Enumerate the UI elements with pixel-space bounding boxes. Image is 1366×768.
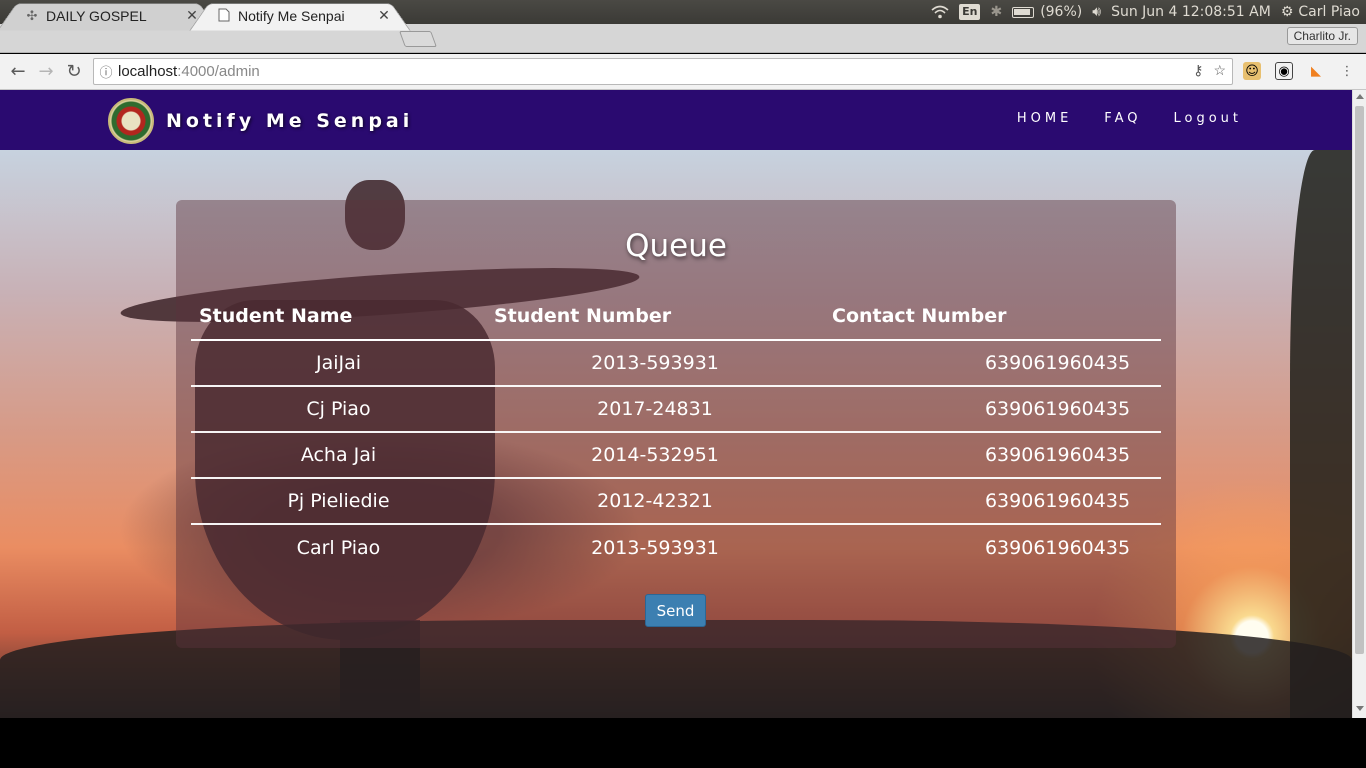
extension-shield-icon[interactable]: ◉: [1275, 62, 1293, 80]
table-header-row: Student Name Student Number Contact Numb…: [191, 292, 1161, 341]
new-tab-button[interactable]: [399, 31, 437, 47]
reload-icon[interactable]: ↻: [60, 58, 88, 86]
tab-title: Notify Me Senpai: [238, 7, 345, 24]
forward-arrow-icon[interactable]: →: [32, 58, 60, 86]
brand-name: Notify Me Senpai: [166, 110, 414, 132]
empty-screen-area: [0, 718, 1366, 768]
clock[interactable]: Sun Jun 4 12:08:51 AM: [1111, 4, 1271, 20]
school-seal-logo: [108, 98, 154, 144]
table-row: JaiJai 2013-593931 639061960435: [191, 340, 1161, 386]
keyboard-language-indicator[interactable]: En: [959, 4, 981, 20]
cell-student-number: 2013-593931: [591, 352, 719, 374]
page-icon: [216, 8, 232, 24]
table-row: Cj Piao 2017-24831 639061960435: [191, 385, 1161, 432]
cell-student-number: 2013-593931: [486, 523, 824, 570]
cell-student-number: 2012-42321: [486, 477, 824, 524]
cell-student-number: 2014-532951: [486, 431, 824, 478]
nav-links: HOME FAQ Logout: [1017, 111, 1242, 126]
info-icon[interactable]: ⓘ: [94, 62, 118, 81]
wifi-icon[interactable]: [931, 5, 949, 19]
tab-daily-gospel[interactable]: ✣ DAILY GOSPEL ✕: [0, 2, 219, 31]
table-row: Pj Pieliedie 2012-42321 639061960435: [191, 477, 1161, 524]
cell-student-name: Cj Piao: [191, 385, 486, 432]
url-host: localhost: [118, 63, 178, 80]
tab-notify-me-senpai[interactable]: Notify Me Senpai ✕: [189, 2, 411, 31]
scrollbar-thumb[interactable]: [1355, 106, 1364, 654]
cell-contact-number: 639061960435: [824, 431, 1161, 478]
cell-student-name: JaiJai: [315, 352, 362, 374]
cell-contact-number: 639061960435: [824, 477, 1161, 524]
cell-student-name: Carl Piao: [191, 523, 486, 570]
table-row: Acha Jai 2014-532951 639061960435: [191, 431, 1161, 478]
scroll-up-arrow-icon[interactable]: [1356, 94, 1364, 99]
page-viewport: Notify Me Senpai HOME FAQ Logout Queue S…: [0, 90, 1352, 718]
profile-button[interactable]: Charlito Jr.: [1286, 27, 1358, 45]
cell-contact-number: 639061960435: [984, 352, 1131, 374]
queue-table: Student Name Student Number Contact Numb…: [191, 292, 1161, 570]
cell-student-name: Pj Pieliedie: [191, 477, 486, 524]
cell-student-number: 2017-24831: [486, 385, 824, 432]
battery-indicator[interactable]: (96%): [1012, 4, 1082, 20]
cell-contact-number: 639061960435: [824, 523, 1161, 570]
queue-card: Queue Student Name Student Number Contac…: [176, 200, 1176, 648]
battery-percent: (96%): [1040, 4, 1083, 20]
close-icon[interactable]: ✕: [184, 7, 200, 24]
header-student-number: Student Number: [486, 292, 824, 341]
cell-contact-number: 639061960435: [824, 385, 1161, 432]
browser-toolbar: ← → ↻ ⓘ localhost:4000/admin ⚷ ☆ ☺ ◉ ◣ ⋮: [0, 54, 1366, 90]
nav-link-home[interactable]: HOME: [1017, 111, 1072, 126]
gospel-favicon-icon: ✣: [26, 7, 38, 23]
volume-icon[interactable]: 🔊︎: [1092, 4, 1101, 20]
extension-orange-icon[interactable]: ◣: [1307, 62, 1325, 80]
header-student-name: Student Name: [191, 292, 486, 341]
brand-link[interactable]: Notify Me Senpai: [108, 98, 413, 144]
address-bar[interactable]: ⓘ localhost:4000/admin ⚷ ☆: [93, 58, 1233, 85]
send-button[interactable]: Send: [645, 594, 706, 627]
user-menu[interactable]: ⚙ Carl Piao: [1281, 4, 1360, 20]
tab-title: DAILY GOSPEL: [46, 7, 147, 24]
gear-icon: ⚙: [1280, 4, 1294, 20]
site-navbar: Notify Me Senpai HOME FAQ Logout: [0, 90, 1352, 150]
back-arrow-icon[interactable]: ←: [4, 58, 32, 86]
header-contact-number: Contact Number: [824, 292, 1161, 341]
extension-icon[interactable]: ☺: [1243, 62, 1261, 80]
bookmark-star-icon[interactable]: ☆: [1213, 62, 1226, 79]
scroll-down-arrow-icon[interactable]: [1356, 706, 1364, 711]
page-scrollbar[interactable]: [1352, 90, 1366, 718]
key-icon[interactable]: ⚷: [1193, 62, 1203, 79]
user-name: Carl Piao: [1298, 4, 1360, 20]
nav-link-logout[interactable]: Logout: [1173, 111, 1242, 126]
menu-icon[interactable]: ⋮: [1338, 62, 1356, 80]
queue-title: Queue: [625, 228, 727, 264]
nav-link-faq[interactable]: FAQ: [1104, 111, 1141, 126]
close-icon[interactable]: ✕: [376, 7, 392, 24]
bluetooth-icon[interactable]: ✱: [990, 4, 1002, 20]
cell-student-name: Acha Jai: [191, 431, 486, 478]
battery-icon: [1012, 6, 1035, 18]
url-path: :4000/admin: [177, 63, 260, 80]
table-row: Carl Piao 2013-593931 639061960435: [191, 523, 1161, 570]
